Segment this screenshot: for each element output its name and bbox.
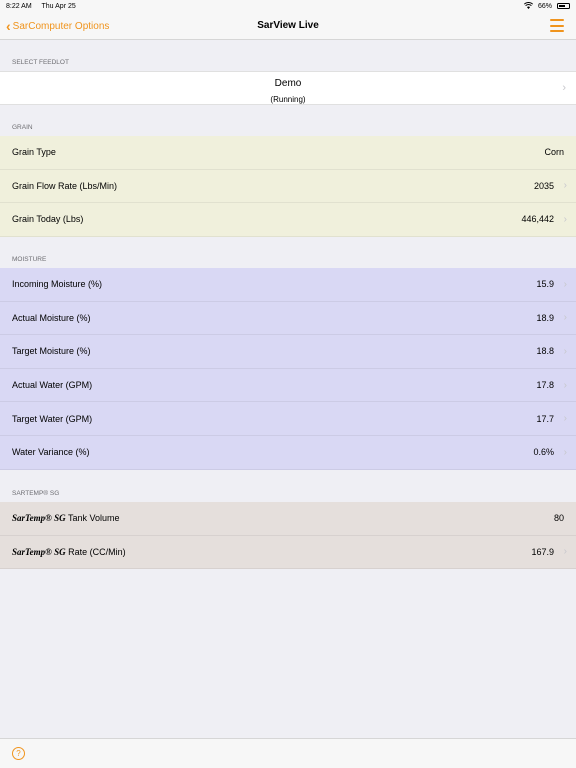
- row-actual-moisture[interactable]: Actual Moisture (%) 18.9 ›: [0, 301, 576, 336]
- page-title: SarView Live: [257, 20, 319, 31]
- row-label: Target Moisture (%): [12, 346, 91, 357]
- row-label: Target Water (GPM): [12, 413, 93, 424]
- status-date: Thu Apr 25: [41, 2, 76, 10]
- row-target-moisture[interactable]: Target Moisture (%) 18.8 ›: [0, 335, 576, 369]
- row-label: Water Variance (%): [12, 447, 90, 458]
- battery-icon: [557, 3, 570, 9]
- row-label: Incoming Moisture (%): [12, 279, 103, 290]
- question-circle-icon[interactable]: ?: [12, 747, 25, 760]
- row-value: 15.9: [536, 279, 554, 290]
- hamburger-menu-icon[interactable]: [550, 19, 564, 32]
- row-value: 17.7: [536, 413, 554, 424]
- row-value: 0.6%: [533, 447, 554, 458]
- row-label: Grain Type: [12, 147, 56, 158]
- section-header-feedlot: SELECT FEEDLOT: [12, 59, 69, 66]
- battery-percent: 66%: [537, 2, 552, 10]
- sartemp-brand: SarTemp® SG: [12, 546, 66, 557]
- bottom-toolbar: ?: [0, 738, 576, 768]
- row-label-text: Rate (CC/Min): [65, 546, 126, 557]
- row-label: Grain Flow Rate (Lbs/Min): [12, 180, 118, 191]
- wifi-icon: [523, 1, 534, 11]
- row-tank-volume[interactable]: SarTemp® SG Tank Volume 80: [0, 502, 576, 536]
- sartemp-group: SarTemp® SG Tank Volume 80 SarTemp® SG R…: [0, 502, 576, 570]
- row-value: Corn: [544, 147, 564, 158]
- row-value: 167.9: [531, 546, 554, 557]
- row-label: Actual Water (GPM): [12, 380, 93, 391]
- grain-group: Grain Type Corn Grain Flow Rate (Lbs/Min…: [0, 136, 576, 237]
- chevron-right-icon: ›: [563, 278, 567, 290]
- row-value: 446,442: [521, 214, 554, 225]
- chevron-right-icon: ›: [563, 213, 567, 225]
- row-grain-today[interactable]: Grain Today (Lbs) 446,442 ›: [0, 203, 576, 237]
- row-value: 18.9: [536, 312, 554, 323]
- feedlot-status: (Running): [270, 95, 306, 104]
- row-label-text: Tank Volume: [65, 513, 120, 524]
- row-sartemp-rate[interactable]: SarTemp® SG Rate (CC/Min) 167.9 ›: [0, 535, 576, 570]
- section-header-grain: GRAIN: [12, 124, 33, 131]
- row-value: 17.8: [536, 380, 554, 391]
- feedlot-selector[interactable]: Demo (Running) ›: [0, 71, 576, 105]
- navigation-bar: ‹ SarComputer Options SarView Live: [0, 12, 576, 40]
- row-value: 18.8: [536, 346, 554, 357]
- chevron-right-icon: ›: [563, 446, 567, 458]
- row-value: 2035: [533, 180, 554, 191]
- row-water-variance[interactable]: Water Variance (%) 0.6% ›: [0, 435, 576, 470]
- row-value: 80: [553, 513, 564, 524]
- row-incoming-moisture[interactable]: Incoming Moisture (%) 15.9 ›: [0, 268, 576, 302]
- row-label: SarTemp® SG Rate (CC/Min): [12, 547, 126, 557]
- section-header-sartemp: SARTEMP® SG: [12, 490, 60, 497]
- chevron-right-icon: ›: [563, 312, 567, 324]
- section-header-moisture: MOISTURE: [12, 256, 47, 263]
- row-label: Actual Moisture (%): [12, 312, 91, 323]
- row-label: Grain Today (Lbs): [12, 214, 84, 225]
- sartemp-brand: SarTemp® SG: [12, 513, 66, 524]
- row-target-water[interactable]: Target Water (GPM) 17.7 ›: [0, 402, 576, 436]
- row-label: SarTemp® SG Tank Volume: [12, 513, 120, 523]
- chevron-right-icon: ›: [563, 345, 567, 357]
- row-grain-flow-rate[interactable]: Grain Flow Rate (Lbs/Min) 2035 ›: [0, 169, 576, 204]
- chevron-right-icon: ›: [563, 180, 567, 192]
- row-actual-water[interactable]: Actual Water (GPM) 17.8 ›: [0, 368, 576, 403]
- chevron-right-icon: ›: [563, 546, 567, 558]
- chevron-right-icon: ›: [563, 413, 567, 425]
- row-grain-type[interactable]: Grain Type Corn: [0, 136, 576, 170]
- chevron-right-icon: ›: [563, 379, 567, 391]
- moisture-group: Incoming Moisture (%) 15.9 › Actual Mois…: [0, 268, 576, 470]
- status-time: 8:22 AM: [6, 2, 32, 10]
- status-bar: 8:22 AM Thu Apr 25 66%: [0, 0, 576, 12]
- feedlot-name: Demo: [274, 78, 302, 89]
- chevron-right-icon: ›: [562, 82, 566, 94]
